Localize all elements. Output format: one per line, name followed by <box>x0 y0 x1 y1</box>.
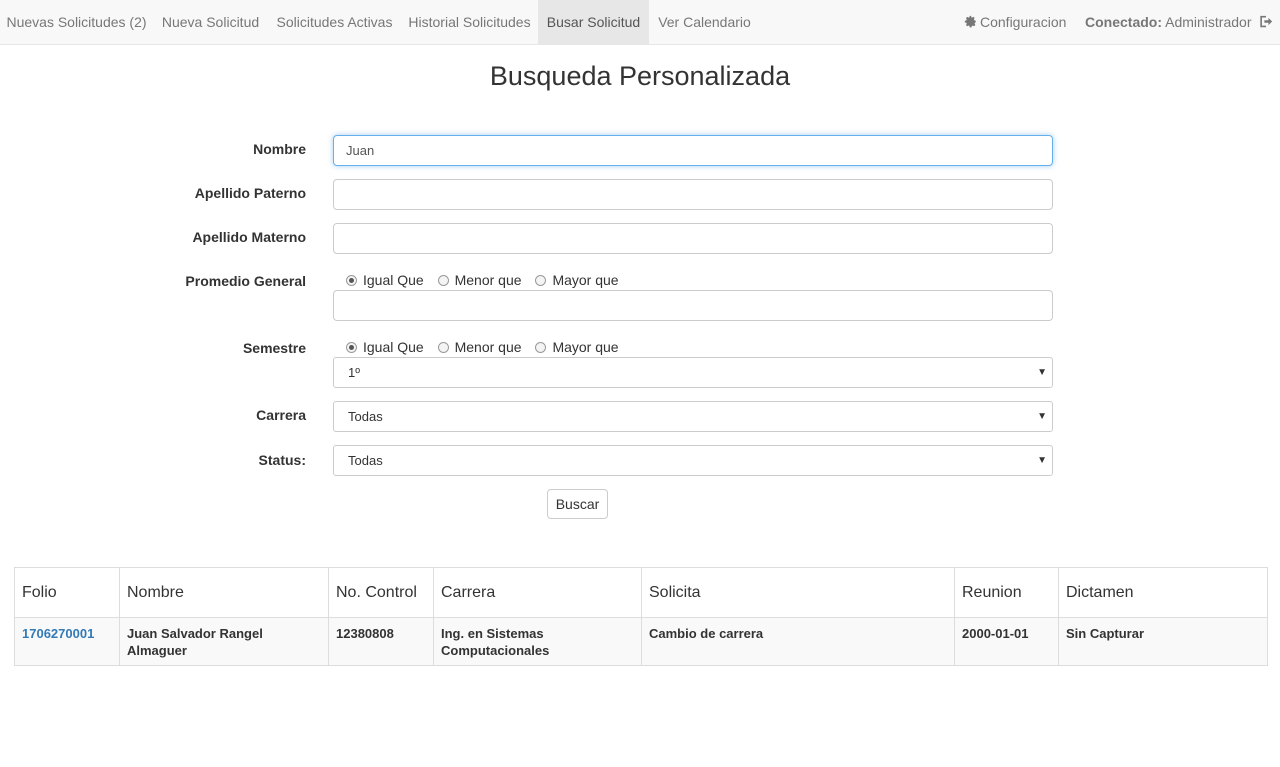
semestre-select[interactable]: 1º ▼ <box>333 357 1053 388</box>
semestre-radio-mayor[interactable]: Mayor que <box>535 339 619 355</box>
carrera-select[interactable]: Todas ▼ <box>333 401 1053 432</box>
radio-button[interactable] <box>535 342 547 353</box>
radio-button-checked[interactable] <box>346 342 357 353</box>
cell-reunion: 2000-01-01 <box>954 617 1059 666</box>
column-header-dictamen[interactable]: Dictamen <box>1058 567 1268 618</box>
radio-label: Menor que <box>454 339 522 355</box>
nav-nuevas-solicitudes[interactable]: Nuevas Solicitudes (2) <box>0 0 153 45</box>
nav-nueva-solicitud[interactable]: Nueva Solicitud <box>153 0 268 45</box>
radio-label: Igual Que <box>363 272 424 288</box>
semestre-label: Semestre <box>242 340 306 356</box>
radio-button[interactable] <box>437 275 449 286</box>
cell-dictamen: Sin Capturar <box>1058 617 1268 666</box>
table-header-row: Folio Nombre No. Control Carrera Solicit… <box>14 567 1268 618</box>
radio-label: Mayor que <box>552 339 619 355</box>
carrera-label: Carrera <box>256 407 306 423</box>
connected-username: Administrador <box>1165 14 1252 30</box>
radio-button[interactable] <box>437 342 449 353</box>
column-header-carrera[interactable]: Carrera <box>433 567 642 618</box>
status-selected-value: Todas <box>348 453 383 468</box>
apellido-materno-label: Apellido Materno <box>192 229 306 245</box>
table-row: 1706270001 Juan Salvador Rangel Almaguer… <box>14 617 1268 666</box>
apellido-materno-input[interactable] <box>333 223 1053 254</box>
top-navbar: Nuevas Solicitudes (2) Nueva Solicitud S… <box>0 0 1280 45</box>
radio-button[interactable] <box>535 275 547 286</box>
promedio-radio-igual[interactable]: Igual Que <box>346 272 424 288</box>
buscar-button[interactable]: Buscar <box>547 489 608 519</box>
config-label: Configuracion <box>980 14 1067 30</box>
apellido-paterno-input[interactable] <box>333 179 1053 210</box>
chevron-down-icon: ▼ <box>1037 411 1047 422</box>
cell-no-control: 12380808 <box>328 617 434 666</box>
column-header-solicita[interactable]: Solicita <box>641 567 955 618</box>
sign-out-icon[interactable] <box>1259 15 1273 28</box>
config-link[interactable]: Configuracion <box>964 0 1066 45</box>
chevron-down-icon: ▼ <box>1037 455 1047 466</box>
nav-historial-solicitudes[interactable]: Historial Solicitudes <box>401 0 538 45</box>
status-select[interactable]: Todas ▼ <box>333 445 1053 476</box>
column-header-folio[interactable]: Folio <box>14 567 120 618</box>
gear-icon <box>964 15 976 28</box>
column-header-no-control[interactable]: No. Control <box>328 567 434 618</box>
semestre-radio-group: Igual Que Menor que Mayor que <box>346 339 629 357</box>
folio-link[interactable]: 1706270001 <box>22 626 94 641</box>
column-header-nombre[interactable]: Nombre <box>119 567 329 618</box>
semestre-radio-igual[interactable]: Igual Que <box>346 339 424 355</box>
connected-prefix: Conectado: <box>1085 14 1162 30</box>
cell-solicita: Cambio de carrera <box>641 617 955 666</box>
nombre-input[interactable] <box>333 135 1053 166</box>
promedio-radio-mayor[interactable]: Mayor que <box>535 272 619 288</box>
status-label: Status: <box>258 452 306 468</box>
promedio-radio-menor[interactable]: Menor que <box>437 272 522 288</box>
connected-user[interactable]: Conectado: Administrador <box>1085 0 1273 45</box>
chevron-down-icon: ▼ <box>1037 367 1047 378</box>
page-title: Busqueda Personalizada <box>489 61 791 91</box>
nombre-label: Nombre <box>253 141 306 157</box>
column-header-reunion[interactable]: Reunion <box>954 567 1059 618</box>
semestre-selected-value: 1º <box>348 365 360 380</box>
radio-button-checked[interactable] <box>346 275 357 286</box>
carrera-selected-value: Todas <box>348 409 383 424</box>
promedio-label: Promedio General <box>185 273 306 289</box>
cell-carrera: Ing. en Sistemas Computacionales <box>433 617 642 666</box>
radio-label: Mayor que <box>552 272 619 288</box>
promedio-radio-group: Igual Que Menor que Mayor que <box>346 272 629 290</box>
results-table: Folio Nombre No. Control Carrera Solicit… <box>14 567 1268 666</box>
radio-label: Igual Que <box>363 339 424 355</box>
nav-ver-calendario[interactable]: Ver Calendario <box>649 0 760 45</box>
nav-solicitudes-activas[interactable]: Solicitudes Activas <box>268 0 401 45</box>
apellido-paterno-label: Apellido Paterno <box>194 185 306 201</box>
cell-nombre: Juan Salvador Rangel Almaguer <box>119 617 329 666</box>
radio-label: Menor que <box>454 272 522 288</box>
semestre-radio-menor[interactable]: Menor que <box>437 339 522 355</box>
promedio-input[interactable] <box>333 290 1053 321</box>
cell-folio: 1706270001 <box>14 617 120 666</box>
nav-buscar-solicitud[interactable]: Busar Solicitud <box>538 0 649 45</box>
